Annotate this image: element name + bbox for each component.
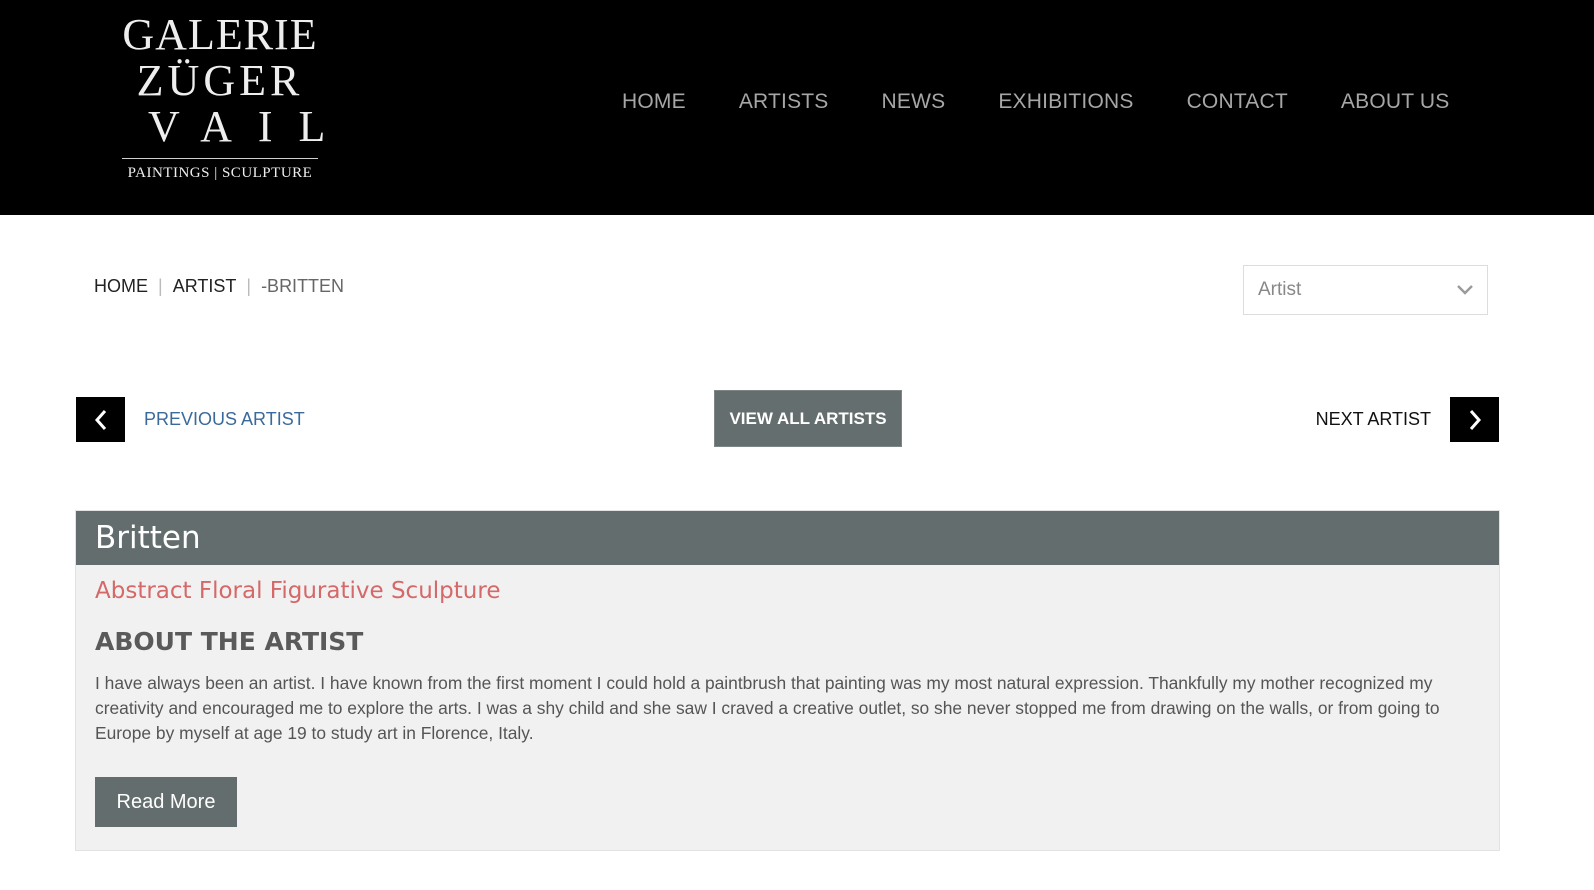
artist-name: Britten — [95, 520, 201, 556]
breadcrumb-home[interactable]: HOME — [94, 276, 148, 297]
next-artist-label[interactable]: NEXT ARTIST — [1316, 409, 1431, 430]
previous-artist-button[interactable]: PREVIOUS ARTIST — [76, 397, 305, 442]
nav-about-us[interactable]: ABOUT US — [1341, 90, 1450, 114]
view-all-artists-button[interactable]: VIEW ALL ARTISTS — [714, 390, 902, 447]
previous-arrow-box[interactable] — [76, 397, 125, 442]
artist-select[interactable]: Artist — [1243, 265, 1488, 315]
nav-artists[interactable]: ARTISTS — [739, 90, 829, 114]
breadcrumb-separator: | — [246, 276, 252, 296]
gallery-logo[interactable]: GALERIE ZÜGER VAIL PAINTINGS | SCULPTURE — [122, 10, 352, 182]
chevron-left-icon — [94, 409, 106, 430]
artist-bio: I have always been an artist. I have kno… — [95, 673, 1440, 743]
previous-artist-label[interactable]: PREVIOUS ARTIST — [144, 409, 305, 430]
nav-home[interactable]: HOME — [622, 90, 686, 114]
breadcrumb-current: -BRITTEN — [261, 276, 345, 296]
artist-select-value: Artist — [1258, 279, 1302, 300]
nav-news[interactable]: NEWS — [882, 90, 946, 114]
breadcrumb-separator: | — [158, 276, 163, 296]
chevron-right-icon — [1469, 409, 1481, 430]
about-heading: ABOUT THE ARTIST — [95, 627, 364, 656]
next-artist-button[interactable]: NEXT ARTIST — [1316, 397, 1499, 442]
main-nav: HOME ARTISTS NEWS EXHIBITIONS CONTACT AB… — [622, 90, 1449, 114]
logo-line-2: ZÜGER — [136, 56, 304, 105]
logo-tagline: PAINTINGS | SCULPTURE — [127, 165, 313, 181]
read-more-button[interactable]: Read More — [95, 777, 237, 827]
artist-panel-body: Abstract Floral Figurative Sculpture ABO… — [76, 578, 1499, 827]
artist-categories: Abstract Floral Figurative Sculpture — [95, 578, 501, 604]
site-header: GALERIE ZÜGER VAIL PAINTINGS | SCULPTURE… — [0, 0, 1594, 215]
breadcrumb: HOME | ARTIST | -BRITTEN — [94, 276, 344, 297]
artist-panel-header: Britten — [76, 511, 1499, 565]
chevron-down-icon — [1457, 285, 1473, 295]
artist-panel: Britten Abstract Floral Figurative Sculp… — [75, 510, 1500, 851]
nav-contact[interactable]: CONTACT — [1187, 90, 1288, 114]
next-arrow-box[interactable] — [1450, 397, 1499, 442]
breadcrumb-artist[interactable]: ARTIST — [173, 276, 237, 297]
nav-exhibitions[interactable]: EXHIBITIONS — [998, 90, 1133, 114]
logo-line-1: GALERIE — [122, 10, 318, 59]
logo-divider — [122, 158, 318, 159]
logo-line-3: VAIL — [148, 102, 352, 151]
